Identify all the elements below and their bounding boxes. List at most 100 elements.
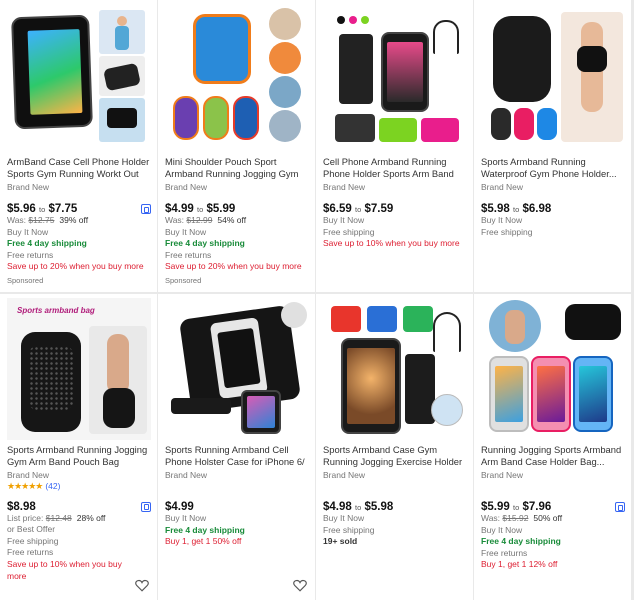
blue-armband-graphic — [367, 306, 397, 332]
promo-text: Save up to 20% when you buy more — [165, 261, 302, 272]
rating[interactable]: ★★★★★ (42) — [7, 481, 151, 493]
shipping-text: Free shipping — [481, 226, 533, 237]
earphones-graphic — [433, 20, 459, 54]
heart-outline-icon[interactable] — [135, 579, 149, 592]
blue-pouch-graphic — [193, 14, 251, 84]
purple-pouch-graphic — [173, 96, 199, 140]
pink-armband-phone — [531, 356, 571, 432]
buy-format: Buy It Now — [165, 226, 207, 237]
condition-text: Brand New — [7, 182, 50, 192]
product-image[interactable] — [165, 298, 309, 440]
buy-format: Buy It Now — [481, 215, 523, 225]
runner-photo — [99, 10, 145, 54]
returns-text: Free returns — [7, 249, 54, 260]
black-pouch-graphic — [565, 304, 621, 340]
condition-text: Brand New — [7, 470, 50, 480]
product-title[interactable]: ArmBand Case Cell Phone Holder Sports Gy… — [7, 156, 151, 180]
armband-phone-graphic — [381, 32, 429, 112]
color-dot — [337, 16, 345, 24]
green-armband-graphic — [379, 118, 417, 142]
promo-text: Buy 1, get 1 50% off — [165, 536, 242, 547]
condition-text: Brand New — [481, 470, 524, 480]
detail-circle — [281, 302, 307, 328]
product-image[interactable] — [165, 6, 309, 152]
product-image[interactable] — [323, 298, 467, 440]
was-price: Was: $12.75 39% off — [7, 215, 89, 225]
product-image[interactable] — [7, 6, 151, 152]
red-armband-graphic — [331, 306, 361, 332]
shipping-text: Free shipping — [7, 535, 59, 546]
blue-armband-phone — [573, 356, 613, 432]
returns-text: Free returns — [7, 547, 54, 558]
product-card[interactable]: Sports Armband Running Waterproof Gym Ph… — [474, 0, 631, 292]
gray-armband-phone — [489, 356, 529, 432]
review-count-link[interactable]: (42) — [45, 481, 60, 491]
product-title[interactable]: Sports Running Armband Cell Phone Holste… — [165, 444, 309, 468]
condition-text: Brand New — [481, 182, 524, 192]
model-circle-photo — [489, 300, 541, 352]
promo-text: Buy 1, get 1 12% off — [481, 559, 558, 570]
price: $4.99 — [165, 501, 194, 513]
condition-text: Brand New — [165, 470, 208, 480]
heart-outline-icon[interactable] — [293, 579, 307, 592]
product-title[interactable]: Sports Armband Case Gym Running Jogging … — [323, 444, 467, 468]
product-card[interactable]: Cell Phone Armband Running Phone Holder … — [316, 0, 473, 292]
shipping-text: Free 4 day shipping — [165, 524, 245, 535]
shipping-text: Free 4 day shipping — [165, 238, 245, 249]
product-title[interactable]: Mini Shoulder Pouch Sport Armband Runnin… — [165, 156, 309, 180]
product-card[interactable]: Mini Shoulder Pouch Sport Armband Runnin… — [158, 0, 315, 292]
buy-format: Buy It Now — [481, 524, 523, 535]
shipping-text: Free shipping — [323, 226, 375, 237]
top-rated-badge-icon — [615, 502, 625, 512]
price: $4.98 to $5.98 — [323, 501, 394, 513]
product-image[interactable] — [481, 6, 625, 152]
price: $5.96 to $7.75 — [7, 203, 78, 215]
phone-in-case-graphic — [241, 390, 281, 434]
mini-pouch — [514, 108, 534, 140]
earphones-graphic — [433, 312, 461, 352]
promo-text: Save up to 20% when you buy more — [7, 261, 144, 272]
buy-format: Buy It Now — [323, 215, 365, 225]
product-title[interactable]: Sports Armband Running Jogging Gym Arm B… — [7, 444, 151, 468]
detail-circle — [269, 76, 301, 108]
product-card[interactable]: Sports Armband Case Gym Running Jogging … — [316, 294, 473, 600]
product-card[interactable]: Sports armband bag Sports Armband Runnin… — [0, 294, 157, 600]
model-photo — [561, 12, 623, 142]
list-price: List price: $12.48 28% off — [7, 512, 106, 523]
product-card[interactable]: Sports Running Armband Cell Phone Holste… — [158, 294, 315, 600]
model-photo — [89, 326, 147, 434]
price: $5.99 to $7.96 — [481, 501, 552, 513]
detail-circle — [269, 110, 301, 142]
black-pouch-graphic — [21, 332, 81, 432]
was-price: Was: $12.99 54% off — [165, 215, 247, 225]
product-title[interactable]: Sports Armband Running Waterproof Gym Ph… — [481, 156, 625, 180]
product-title[interactable]: Cell Phone Armband Running Phone Holder … — [323, 156, 467, 180]
armband-graphic — [339, 34, 373, 104]
image-caption: Sports armband bag — [17, 306, 95, 315]
arm-wearing-photo — [99, 98, 145, 142]
mini-pouch — [491, 108, 511, 140]
detail-circle — [269, 8, 301, 40]
black-pouch-graphic — [493, 16, 551, 102]
buy-format: Buy It Now — [7, 226, 49, 237]
product-image[interactable] — [481, 298, 625, 440]
sponsored-label: Sponsored — [165, 275, 202, 285]
product-card[interactable]: ArmBand Case Cell Phone Holder Sports Gy… — [0, 0, 157, 292]
armband-phone-graphic — [11, 14, 93, 130]
buy-format: Buy It Now — [323, 513, 365, 523]
best-offer-text: or Best Offer — [7, 524, 56, 535]
product-card[interactable]: Running Jogging Sports Armband Arm Band … — [474, 294, 631, 600]
color-dot — [349, 16, 357, 24]
condition-text: Brand New — [165, 182, 208, 192]
product-image[interactable]: Sports armband bag — [7, 298, 151, 440]
detail-circle — [431, 394, 463, 426]
top-rated-badge-icon — [141, 204, 151, 214]
pocket-detail-photo — [99, 56, 145, 96]
shipping-text: Free 4 day shipping — [7, 238, 87, 249]
search-results-grid: ArmBand Case Cell Phone Holder Sports Gy… — [0, 0, 634, 600]
promo-text: Save up to 10% when you buy more — [7, 558, 122, 581]
returns-text: Free returns — [165, 249, 212, 260]
product-title[interactable]: Running Jogging Sports Armband Arm Band … — [481, 444, 625, 468]
rating-stars: ★★★★★ — [7, 481, 43, 491]
product-image[interactable] — [323, 6, 467, 152]
